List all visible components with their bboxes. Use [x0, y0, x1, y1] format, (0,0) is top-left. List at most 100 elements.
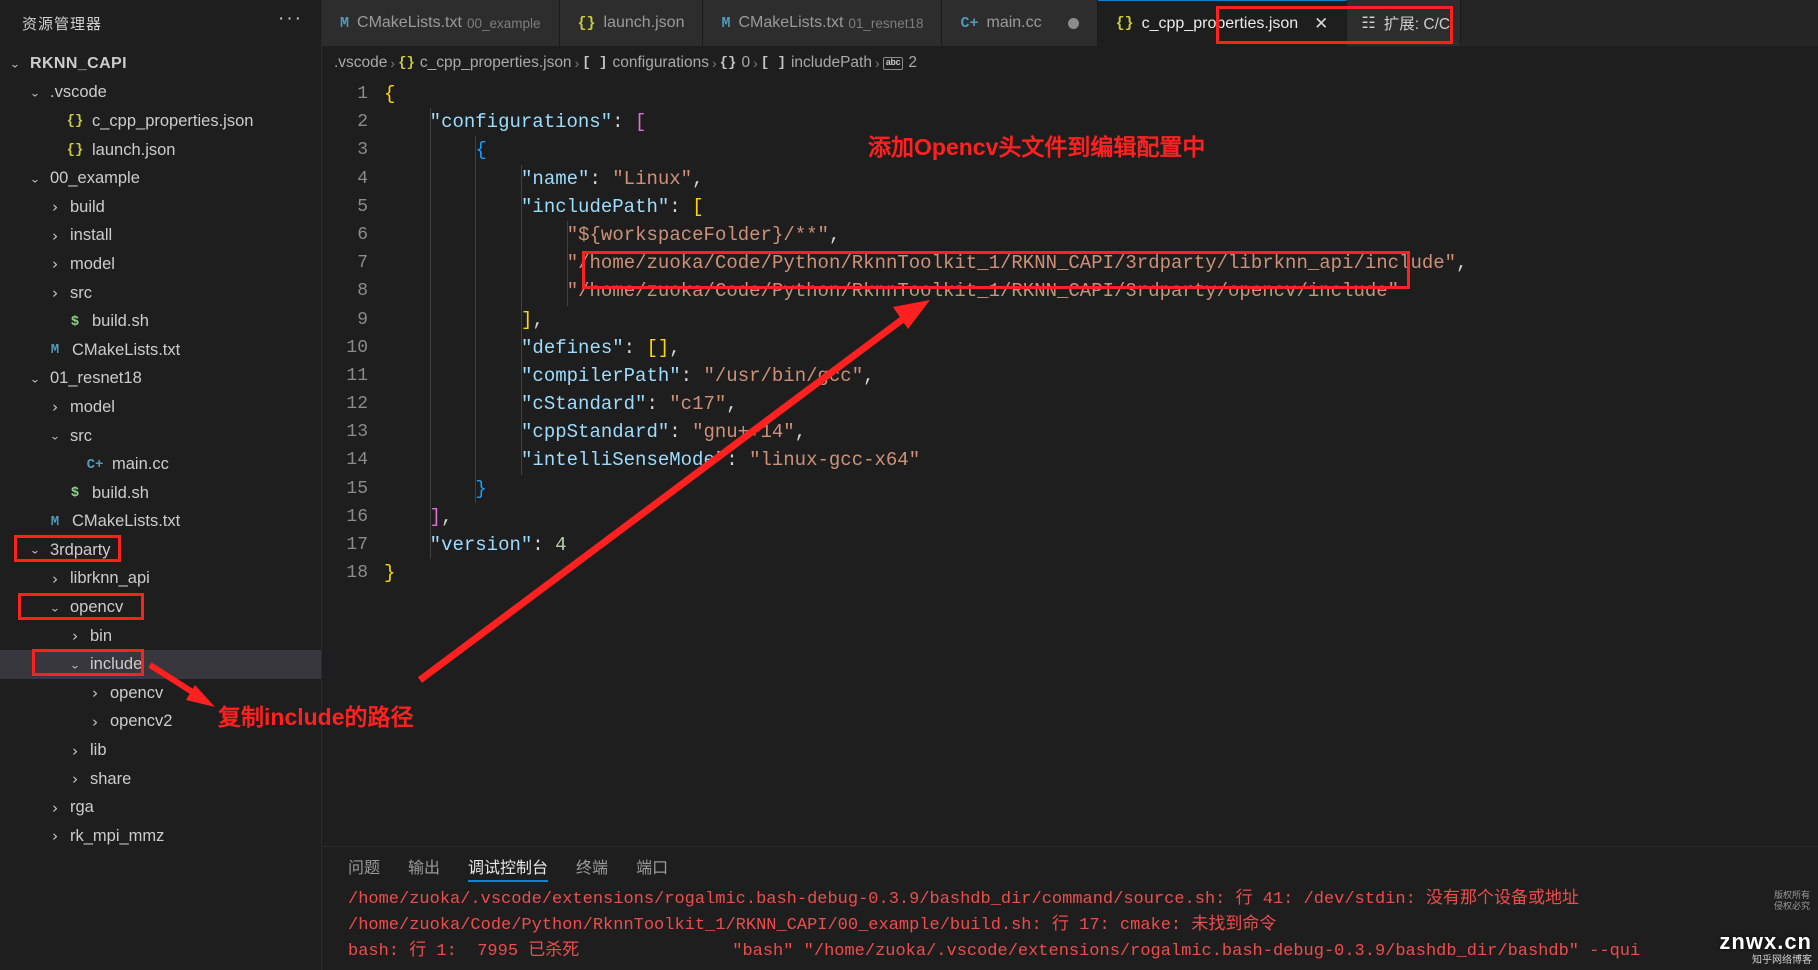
- tree-item-label: launch.json: [92, 140, 176, 159]
- tree-item-label: share: [90, 769, 132, 788]
- tree-item-label: build.sh: [92, 483, 149, 502]
- tree-item-CMakeLists.txt[interactable]: ›MCMakeLists.txt: [0, 336, 321, 365]
- tree-root-label: RKNN_CAPI: [30, 55, 127, 73]
- code-text: }: [384, 475, 486, 503]
- code-token: "includePath": [521, 195, 670, 218]
- tree-item-rga[interactable]: › rga: [0, 793, 321, 822]
- file-icon-cmake: M: [50, 342, 60, 359]
- chevron-right-icon: ›: [52, 398, 58, 416]
- tree-item-build[interactable]: › build: [0, 193, 321, 222]
- code-line: 16],: [322, 503, 1818, 531]
- tree-item-include[interactable]: ⌄ include: [0, 650, 321, 680]
- chevron-right-icon: ›: [92, 713, 98, 730]
- breadcrumb-icon-arr: [ ]: [760, 55, 786, 71]
- code-text: ],: [384, 306, 544, 334]
- tab-CMakeLists.txt[interactable]: M CMakeLists.txt 00_example: [322, 0, 560, 46]
- tab-CMakeLists.txt[interactable]: M CMakeLists.txt 01_resnet18: [703, 0, 943, 46]
- watermark-tiny: 版权所有 侵权必究: [1773, 890, 1810, 912]
- debug-console-output: /home/zuoka/.vscode/extensions/rogalmic.…: [322, 885, 1818, 970]
- tab-main.cc[interactable]: C+ main.cc: [942, 0, 1098, 46]
- indent-guide: [566, 221, 568, 306]
- console-line: /home/zuoka/.vscode/extensions/rogalmic.…: [348, 890, 1579, 909]
- tree-item-bin[interactable]: › bin: [0, 622, 321, 651]
- tree-item-main.cc[interactable]: ›C+main.cc: [0, 450, 321, 479]
- tree-item-label: build.sh: [92, 312, 149, 331]
- extensions-icon: ☷: [1361, 15, 1376, 32]
- tab-close-icon[interactable]: ✕: [1314, 14, 1328, 34]
- breadcrumb-item-.vscode[interactable]: .vscode: [334, 54, 387, 72]
- chevron-right-icon: ›: [72, 770, 78, 787]
- tree-item-3rdparty[interactable]: ⌄ 3rdparty: [0, 536, 321, 565]
- tree-item-src[interactable]: ⌄ src: [0, 422, 321, 451]
- panel-tab-4[interactable]: 端口: [636, 847, 668, 885]
- tab-extension-cpp[interactable]: ☷ 扩展: C/C: [1347, 0, 1462, 46]
- tree-item-share[interactable]: › share: [0, 765, 321, 794]
- tree-item-CMakeLists.txt[interactable]: ›MCMakeLists.txt: [0, 508, 321, 537]
- console-line: /home/zuoka/Code/Python/RknnToolkit_1/RK…: [348, 916, 1277, 935]
- breadcrumb-item-0[interactable]: {} 0: [720, 54, 750, 72]
- line-number: 18: [346, 563, 368, 584]
- tab-c_cpp_properties.json[interactable]: {} c_cpp_properties.json ✕: [1097, 0, 1348, 46]
- tree-item-librknn_api[interactable]: › librknn_api: [0, 565, 321, 594]
- indent-guide: [521, 164, 523, 475]
- panel-tab-bar: 问题 输出 调试控制台 终端 端口: [322, 847, 1818, 885]
- tree-item-model[interactable]: › model: [0, 250, 321, 279]
- line-number: 9: [357, 309, 368, 330]
- code-token: "defines": [521, 336, 624, 359]
- line-number: 3: [357, 140, 368, 161]
- line-number: 2: [357, 112, 368, 133]
- line-number: 17: [346, 535, 368, 555]
- file-icon-json: {}: [66, 142, 84, 159]
- chevron-right-icon: ›: [52, 827, 58, 844]
- tree-item-lib[interactable]: › lib: [0, 736, 321, 765]
- tree-item-rk_mpi_mmz[interactable]: › rk_mpi_mmz: [0, 822, 321, 851]
- tree-item-.vscode[interactable]: ⌄ .vscode: [0, 79, 321, 108]
- tree-item-label: model: [70, 397, 115, 416]
- line-number: 15: [346, 478, 368, 499]
- tree-item-build.sh[interactable]: ›$build.sh: [0, 479, 321, 508]
- chevron-right-icon: ›: [72, 742, 78, 759]
- tab-dirty-indicator-icon[interactable]: [1067, 17, 1079, 29]
- panel-tab-2[interactable]: 调试控制台: [468, 847, 549, 885]
- panel-tab-3[interactable]: 终端: [576, 847, 608, 885]
- code-text: "/home/zuoka/Code/Python/RknnToolkit_1/R…: [384, 249, 1468, 277]
- breadcrumb-item-includePath[interactable]: [ ] includePath: [761, 54, 872, 72]
- tree-item-label: src: [70, 283, 92, 302]
- code-editor[interactable]: 1{2 "configurations": [3{4 "name": "Linux"…: [322, 80, 1818, 846]
- tree-item-c_cpp_properties.json[interactable]: ›{}c_cpp_properties.json: [0, 107, 321, 136]
- vscode-window: 资源管理器 ··· ⌄ RKNN_CAPI ⌄.vscode›{}c_cpp_p…: [0, 0, 1818, 970]
- code-token: :: [623, 336, 647, 359]
- tab-label: main.cc: [986, 14, 1042, 31]
- code-token: "/home/zuoka/Code/Python/RknnToolkit_1/R…: [566, 252, 1457, 275]
- tree-item-opencv[interactable]: ⌄ opencv: [0, 593, 321, 622]
- breadcrumb-item-c_cpp_properties.json[interactable]: {} c_cpp_properties.json: [398, 54, 571, 72]
- breadcrumb-item-configurations[interactable]: [ ] configurations: [582, 54, 709, 72]
- tree-item-model[interactable]: › model: [0, 393, 321, 422]
- chevron-right-icon: ›: [52, 799, 58, 816]
- explorer-title: 资源管理器: [22, 15, 103, 33]
- tree-item-00_example[interactable]: ⌄ 00_example: [0, 164, 321, 193]
- code-token: []: [646, 336, 670, 359]
- tree-item-label: lib: [90, 741, 107, 760]
- code-text: {: [384, 80, 395, 108]
- breadcrumb-label: .vscode: [334, 54, 388, 71]
- breadcrumb-icon-obj: {}: [719, 55, 737, 71]
- tab-launch.json[interactable]: {} launch.json: [559, 0, 704, 46]
- tree-item-01_resnet18[interactable]: ⌄ 01_resnet18: [0, 365, 321, 394]
- tree-item-build.sh[interactable]: ›$build.sh: [0, 307, 321, 336]
- line-number: 7: [357, 253, 368, 274]
- chevron-right-icon: ›: [52, 198, 58, 215]
- tree-item-src[interactable]: › src: [0, 279, 321, 308]
- code-token: }: [384, 562, 396, 585]
- tab-file-icon: M: [340, 14, 350, 32]
- panel-tab-0[interactable]: 问题: [348, 847, 380, 885]
- tree-root-RKNN_CAPI[interactable]: ⌄ RKNN_CAPI: [0, 50, 321, 79]
- tree-item-install[interactable]: › install: [0, 222, 321, 251]
- tree-item-launch.json[interactable]: ›{}launch.json: [0, 136, 321, 165]
- tab-sublabel: 00_example: [466, 15, 541, 31]
- chevron-down-icon: ⌄: [29, 171, 41, 185]
- breadcrumb-item-2[interactable]: abc 2: [882, 54, 917, 72]
- panel-tab-1[interactable]: 输出: [408, 847, 440, 885]
- ellipsis-icon[interactable]: ···: [278, 9, 303, 32]
- code-line: 17 "version": 4: [322, 531, 1818, 559]
